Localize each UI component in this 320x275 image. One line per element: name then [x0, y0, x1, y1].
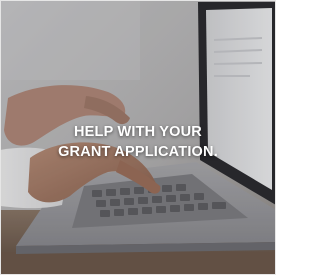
caption-line-2: GRANT APPLICATION. — [58, 144, 218, 160]
tile-caption: HELP WITH YOUR GRANT APPLICATION. — [0, 122, 276, 162]
grant-help-tile[interactable]: HELP WITH YOUR GRANT APPLICATION. — [0, 0, 276, 275]
caption-line-1: HELP WITH YOUR — [74, 124, 202, 140]
